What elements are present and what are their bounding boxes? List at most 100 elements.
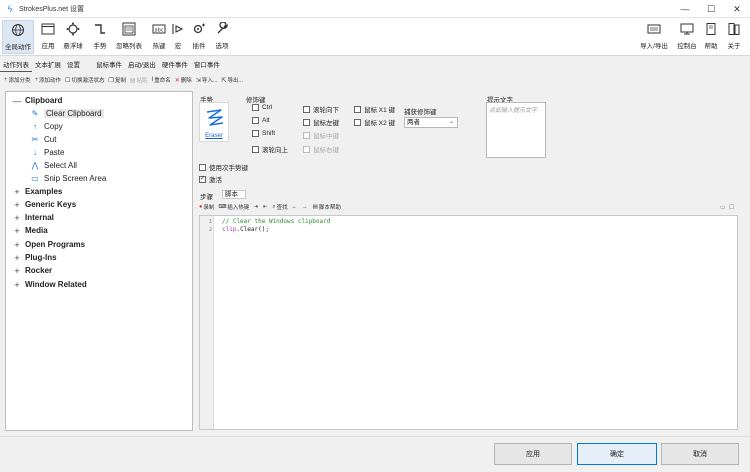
ribbon-macro[interactable]: 宏 (171, 20, 185, 54)
x1-button-checkbox[interactable]: 鼠标 X1 键 (354, 104, 395, 114)
hint-text-input[interactable]: 点此输入提示文字 (486, 102, 546, 158)
left-button-checkbox[interactable]: 鼠标左键 (303, 117, 339, 127)
expand-icon[interactable]: + (12, 187, 22, 197)
toggle-active-button[interactable]: ☐ 切换激活状态 (65, 76, 104, 85)
rename-icon: I (151, 77, 154, 83)
rectangle-gesture-icon: ▭ (31, 174, 39, 183)
tree-item-paste[interactable]: ↓ Paste (30, 146, 64, 159)
expand-icon[interactable]: + (12, 213, 22, 223)
cancel-button[interactable]: 取消 (661, 443, 739, 465)
ribbon-gesture[interactable]: 手势 (90, 20, 110, 54)
middle-button-checkbox[interactable]: 鼠标中键 (303, 130, 339, 140)
export-button[interactable]: ⇱ 导出... (221, 76, 243, 85)
ribbon-float-ball[interactable]: 悬浮球 (62, 20, 84, 54)
keyboard-icon: ⌨ (218, 204, 227, 210)
find-button[interactable]: ⌕ 查找 (273, 203, 288, 212)
alt-checkbox[interactable]: Alt (252, 117, 270, 124)
record-button[interactable]: ● 录制 (199, 203, 214, 211)
tree-category-plug-ins[interactable]: + Plug-Ins (12, 251, 56, 264)
tab-startup-exit[interactable]: 启动/退出 (125, 60, 159, 72)
tab-text-expansion[interactable]: 文本扩展 (32, 60, 64, 72)
ribbon-global-actions[interactable]: 全局动作 (2, 20, 34, 54)
tree-category-internal[interactable]: + Internal (12, 211, 54, 224)
monitor-icon (676, 20, 698, 38)
expand-icon[interactable]: + (12, 226, 22, 236)
steps-field[interactable]: 脚本 (222, 190, 246, 199)
ribbon-plugin[interactable]: 插件 (190, 20, 208, 54)
tab-mouse-events[interactable]: 鼠标事件 (93, 60, 125, 72)
tree-category-clipboard[interactable]: — Clipboard (12, 94, 63, 107)
ribbon-import-export[interactable]: 导入/导出 (638, 20, 670, 54)
tree-category-generic-keys[interactable]: + Generic Keys (12, 198, 76, 211)
script-help-button[interactable]: ▤ 脚本帮助 (313, 203, 341, 211)
ribbon-ignore-list[interactable]: 忽略列表 (114, 20, 144, 54)
expand-icon[interactable]: + (12, 280, 22, 290)
ribbon-app[interactable]: 应用 (37, 20, 59, 54)
ribbon-hotkey[interactable]: abc 热键 (150, 20, 168, 54)
ribbon-about[interactable]: 关于 (726, 20, 742, 54)
expand-icon[interactable]: + (12, 200, 22, 210)
eraser-gesture-icon (206, 109, 224, 126)
delete-button[interactable]: ✕ 删除 (175, 76, 192, 85)
ribbon-console[interactable]: 控制台 (676, 20, 698, 54)
x2-button-checkbox[interactable]: 鼠标 X2 键 (354, 117, 395, 127)
tree-category-rocker[interactable]: + Rocker (12, 264, 52, 277)
tree-category-examples[interactable]: + Examples (12, 185, 62, 198)
rename-button[interactable]: I 重命名 (152, 76, 171, 84)
tree-item-clear-clipboard[interactable]: ✎ Clear Clipboard (30, 107, 104, 120)
tree-item-cut[interactable]: ✂ Cut (30, 133, 57, 146)
wheel-down-checkbox[interactable]: 滚轮向下 (303, 104, 339, 114)
tree-item-select-all[interactable]: ⋀ Select All (30, 159, 77, 172)
help-doc-icon: ▤ (312, 204, 318, 210)
expand-icon[interactable]: + (12, 266, 22, 276)
tab-settings[interactable]: 设置 (64, 60, 83, 72)
right-button-checkbox[interactable]: 鼠标右键 (303, 144, 339, 154)
gesture-preview[interactable]: Eraser (199, 102, 229, 142)
shift-checkbox[interactable]: Shift (252, 130, 275, 137)
import-button[interactable]: ⇲ 导入... (195, 76, 218, 85)
secondary-gesture-checkbox[interactable]: 使用次手势键 (199, 162, 248, 172)
minimize-button[interactable]: — (672, 0, 698, 18)
copy-button[interactable]: ❐ 复制 (108, 76, 125, 85)
ribbon-options[interactable]: 选项 (213, 20, 231, 54)
editor-collapse-icon[interactable]: ▭ (720, 204, 726, 211)
tree-category-window-related[interactable]: + Window Related (12, 278, 86, 291)
add-action-button[interactable]: + 添加动作 (35, 76, 62, 84)
forward-button[interactable]: → (302, 204, 309, 210)
tree-category-open-programs[interactable]: + Open Programs (12, 238, 85, 251)
copy-icon: ❐ (108, 77, 114, 84)
insert-hotkey-button[interactable]: ⌨ 插入热键 (218, 203, 249, 211)
tab-window-events[interactable]: 窗口事件 (191, 60, 223, 72)
ctrl-checkbox[interactable]: Ctrl (252, 104, 272, 111)
tree-item-copy[interactable]: ↑ Copy (30, 120, 63, 133)
expand-icon[interactable]: + (12, 240, 22, 250)
apply-button[interactable]: 应用 (494, 443, 572, 465)
gesture-name-link[interactable]: Eraser (200, 133, 228, 139)
expand-icon[interactable]: + (12, 253, 22, 263)
editor-expand-icon[interactable]: ☐ (729, 204, 734, 211)
close-button[interactable]: ✕ (724, 0, 750, 18)
tree-item-snip-screen-area[interactable]: ▭ Snip Screen Area (30, 172, 106, 185)
ok-button[interactable]: 确定 (577, 443, 657, 465)
outdent-button[interactable]: ⇤ (263, 204, 269, 210)
wheel-up-checkbox[interactable]: 滚轮向上 (252, 144, 288, 154)
add-category-button[interactable]: + 添加分类 (4, 76, 31, 84)
capture-modifiers-select[interactable]: 两者 ⌄ (404, 117, 458, 128)
tab-hardware-events[interactable]: 硬件事件 (159, 60, 191, 72)
ribbon-help[interactable]: 帮助 (703, 20, 719, 54)
tree-category-media[interactable]: + Media (12, 224, 47, 237)
tab-action-list[interactable]: 动作列表 (0, 60, 32, 72)
collapse-icon[interactable]: — (12, 96, 22, 106)
code-line-1: // Clear the Windows clipboard (222, 218, 331, 225)
svg-text:abc: abc (155, 28, 164, 34)
script-editor[interactable]: 1 2 // Clear the Windows clipboard clip.… (199, 215, 738, 430)
eraser-gesture-icon: ✎ (31, 109, 39, 118)
indent-button[interactable]: ⇥ (253, 204, 259, 210)
action-tree[interactable]: — Clipboard ✎ Clear Clipboard ↑ Copy ✂ C… (5, 91, 193, 431)
import-icon: ⇲ (195, 77, 201, 84)
active-checkbox[interactable]: ✓ 激活 (199, 174, 222, 184)
back-button[interactable]: ← (292, 204, 299, 210)
paste-button[interactable]: ▤ 粘贴 (130, 76, 148, 85)
maximize-button[interactable]: ☐ (698, 0, 724, 18)
script-toolbar: ● 录制 ⌨ 插入热键 ⇥ ⇤ ⌕ 查找 ← → ▤ 脚本帮助 (199, 203, 345, 212)
